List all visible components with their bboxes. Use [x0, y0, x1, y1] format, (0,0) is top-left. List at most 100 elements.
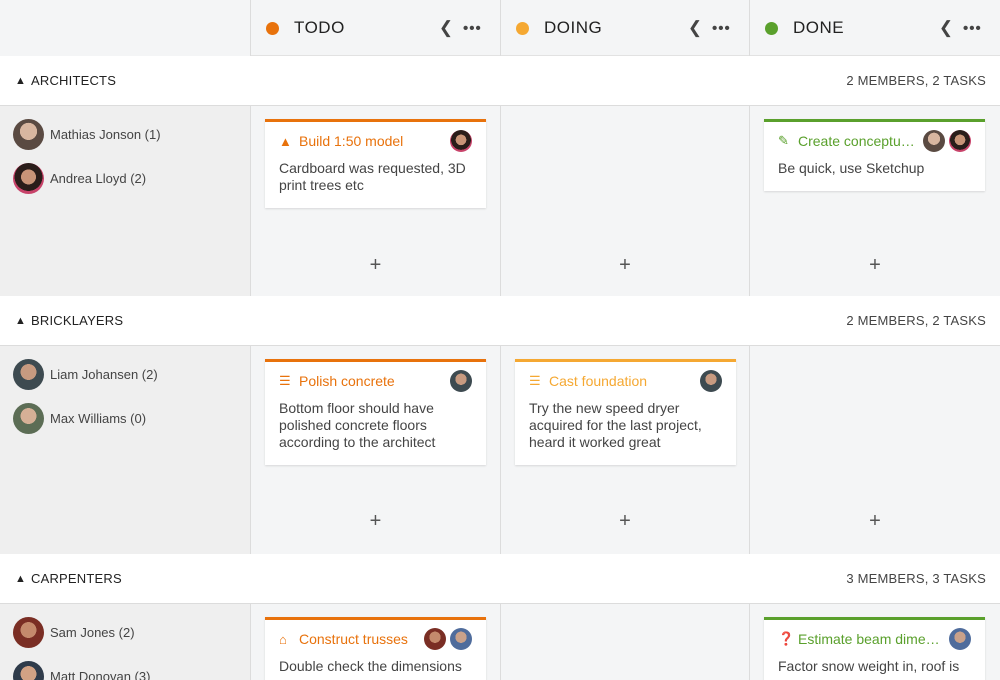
member-item[interactable]: Liam Johansen (2): [13, 358, 158, 390]
add-task-button[interactable]: +: [251, 254, 500, 277]
swimlane-architects: Mathias Jonson (1) Andrea Lloyd (2) ▲ Bu…: [0, 106, 1000, 296]
avatar: [450, 628, 472, 650]
card-description: Bottom floor should have polished concre…: [279, 400, 436, 450]
add-task-button[interactable]: +: [750, 510, 1000, 533]
group-header-architects[interactable]: ▲ ARCHITECTS 2 MEMBERS, 2 TASKS: [0, 56, 1000, 106]
column-title: DONE: [793, 18, 845, 37]
task-card[interactable]: ☰ Polish concrete Bottom floor should ha…: [265, 359, 486, 465]
add-task-button[interactable]: +: [501, 254, 749, 277]
column-title: TODO: [294, 18, 345, 37]
group-name: CARPENTERS: [31, 571, 122, 586]
more-dots-icon[interactable]: •••: [463, 20, 485, 37]
group-stats: 3 MEMBERS, 3 TASKS: [846, 571, 986, 586]
swimlane-carpenters: Sam Jones (2) Matt Donovan (3) ⌂ Constru…: [0, 604, 1000, 680]
card-title: Construct trusses: [299, 631, 408, 647]
question-circle-icon: ❓: [778, 631, 795, 646]
member-column: Liam Johansen (2) Max Williams (0): [0, 346, 251, 554]
member-item[interactable]: Sam Jones (2): [13, 616, 135, 648]
add-task-button[interactable]: +: [251, 510, 500, 533]
task-card[interactable]: ✎ Create conceptual design Be quick, use…: [764, 119, 985, 191]
avatar: [13, 402, 44, 434]
chevron-left-icon[interactable]: ❮: [937, 18, 955, 38]
avatar: [13, 660, 44, 680]
member-name: Mathias Jonson (1): [50, 126, 161, 142]
member-item[interactable]: Max Williams (0): [13, 402, 146, 434]
member-name: Matt Donovan (3): [50, 668, 151, 680]
cell-done: +: [750, 346, 1000, 554]
checklist-icon: ☰: [279, 373, 291, 388]
avatar: [700, 370, 722, 392]
column-header-todo: TODO ❮ •••: [251, 0, 501, 56]
member-column: Mathias Jonson (1) Andrea Lloyd (2): [0, 106, 251, 296]
avatar: [13, 358, 44, 390]
group-stats: 2 MEMBERS, 2 TASKS: [846, 313, 986, 328]
group-name: BRICKLAYERS: [31, 313, 124, 328]
card-title: Create conceptual design: [798, 133, 919, 149]
member-column: Sam Jones (2) Matt Donovan (3): [0, 604, 251, 680]
member-item[interactable]: Matt Donovan (3): [13, 660, 150, 680]
card-description: Be quick, use Sketchup: [778, 160, 925, 176]
cell-doing: [501, 604, 750, 680]
avatar: [949, 628, 971, 650]
add-task-button[interactable]: +: [750, 254, 1000, 277]
card-title: Build 1:50 model: [299, 133, 404, 149]
more-dots-icon[interactable]: •••: [712, 20, 734, 37]
card-description: Try the new speed dryer acquired for the…: [529, 400, 702, 450]
cell-todo: ▲ Build 1:50 model Cardboard was request…: [251, 106, 501, 296]
card-title: Estimate beam dimensions: [798, 631, 945, 647]
tree-icon: ▲: [279, 133, 292, 149]
group-stats: 2 MEMBERS, 2 TASKS: [846, 73, 986, 88]
member-name: Andrea Lloyd (2): [50, 170, 147, 186]
avatar: [450, 370, 472, 392]
avatar: [13, 118, 44, 150]
card-description: Double check the dimensions: [279, 658, 462, 674]
avatar: [424, 628, 446, 650]
column-title: DOING: [544, 18, 603, 37]
cell-todo: ⌂ Construct trusses Double check the dim…: [251, 604, 501, 680]
member-item[interactable]: Andrea Lloyd (2): [13, 162, 146, 194]
task-card[interactable]: ⌂ Construct trusses Double check the dim…: [265, 617, 486, 680]
status-dot-icon: [266, 21, 279, 35]
member-item[interactable]: Mathias Jonson (1): [13, 118, 161, 150]
task-card[interactable]: ▲ Build 1:50 model Cardboard was request…: [265, 119, 486, 208]
card-title: Cast foundation: [549, 373, 648, 389]
more-dots-icon[interactable]: •••: [963, 20, 985, 37]
pencil-icon: ✎: [778, 133, 789, 148]
cell-done: ✎ Create conceptual design Be quick, use…: [750, 106, 1000, 296]
status-dot-icon: [765, 21, 778, 35]
caret-up-icon[interactable]: ▲: [15, 75, 27, 87]
caret-up-icon[interactable]: ▲: [15, 315, 27, 327]
group-name: ARCHITECTS: [31, 73, 117, 88]
cell-todo: ☰ Polish concrete Bottom floor should ha…: [251, 346, 501, 554]
cell-doing: +: [501, 106, 750, 296]
avatar: [13, 162, 44, 194]
status-dot-icon: [516, 21, 529, 35]
column-header-done: DONE ❮ •••: [750, 0, 1000, 56]
cell-done: ❓ Estimate beam dimensions Factor snow w…: [750, 604, 1000, 680]
board-header: TODO ❮ ••• DOING ❮ ••• DONE ❮ •••: [0, 0, 1000, 56]
member-name: Liam Johansen (2): [50, 366, 158, 382]
member-name: Max Williams (0): [50, 410, 147, 426]
avatar: [450, 130, 472, 152]
card-title: Polish concrete: [299, 373, 395, 389]
column-header-doing: DOING ❮ •••: [501, 0, 750, 56]
add-task-button[interactable]: +: [501, 510, 749, 533]
cell-doing: ☰ Cast foundation Try the new speed drye…: [501, 346, 750, 554]
member-name: Sam Jones (2): [50, 624, 135, 640]
avatar: [13, 616, 44, 648]
avatar: [949, 130, 971, 152]
task-card[interactable]: ❓ Estimate beam dimensions Factor snow w…: [764, 617, 985, 680]
group-header-bricklayers[interactable]: ▲ BRICKLAYERS 2 MEMBERS, 2 TASKS: [0, 296, 1000, 346]
task-card[interactable]: ☰ Cast foundation Try the new speed drye…: [515, 359, 736, 465]
chevron-left-icon[interactable]: ❮: [686, 18, 704, 38]
avatar: [923, 130, 945, 152]
checklist-icon: ☰: [529, 373, 541, 388]
home-icon: ⌂: [279, 631, 287, 647]
card-description: Factor snow weight in, roof is: [778, 658, 960, 674]
chevron-left-icon[interactable]: ❮: [437, 18, 455, 38]
group-header-carpenters[interactable]: ▲ CARPENTERS 3 MEMBERS, 3 TASKS: [0, 554, 1000, 604]
header-corner: [0, 0, 251, 56]
card-description: Cardboard was requested, 3D print trees …: [279, 160, 466, 193]
caret-up-icon[interactable]: ▲: [15, 573, 27, 585]
swimlane-bricklayers: Liam Johansen (2) Max Williams (0) ☰ Pol…: [0, 346, 1000, 554]
